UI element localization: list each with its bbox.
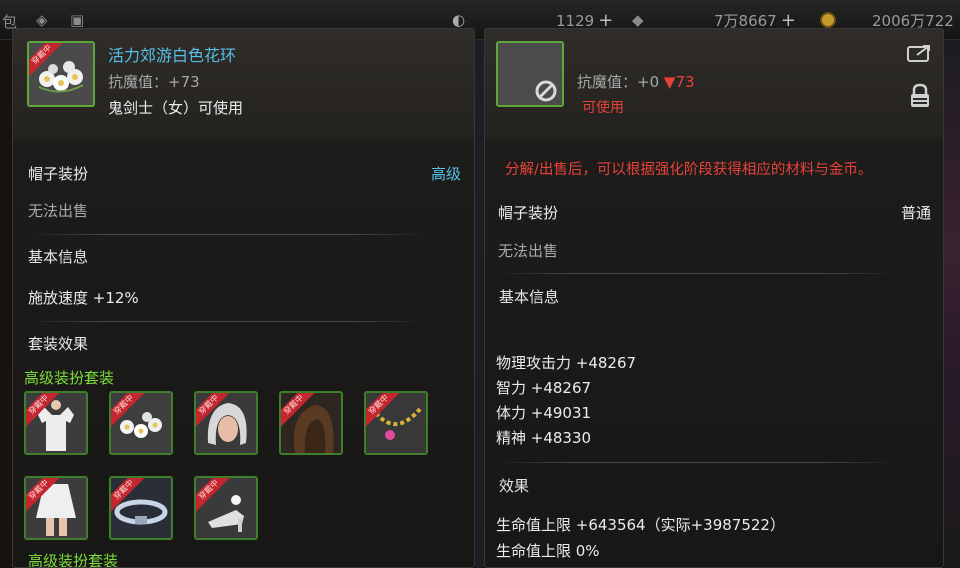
untradeable-note: 无法出售 (28, 202, 89, 220)
background-right-strip (944, 40, 960, 568)
set-item-face[interactable]: 穿戴中 (279, 391, 343, 455)
empty-slot-icon[interactable] (496, 41, 564, 107)
equipped-item-icon[interactable]: 穿戴中 (27, 41, 95, 107)
item-name: 活力郊游白色花环 (108, 46, 237, 65)
set-item-flower-wreath[interactable]: 穿戴中 (109, 391, 173, 455)
resist-value: 抗魔值：+73 (108, 73, 200, 91)
comparison-item-tooltip: 抗魔值：+0 ▼73 可使用 分解/出售后，可以根据强化阶段获得相应的材料与金币… (484, 28, 944, 568)
set-name: 高级装扮套装 (24, 369, 115, 387)
stat-line: 物理攻击力 +48267 (496, 354, 637, 372)
resist-compare: 抗魔值：+0 ▼73 (577, 71, 695, 92)
basic-info-header: 基本信息 (499, 288, 560, 306)
disassemble-notice: 分解/出售后，可以根据强化阶段获得相应的材料与金币。 (505, 162, 873, 178)
item-grade: 高级 (431, 165, 462, 183)
equipped-ribbon: 穿戴中 (196, 393, 230, 427)
divider (27, 234, 427, 235)
item-category: 帽子装扮 (498, 204, 559, 222)
set-item-belt[interactable]: 穿戴中 (109, 476, 173, 540)
divider (497, 273, 897, 274)
set-item-skirt[interactable]: 穿戴中 (24, 476, 88, 540)
equipped-item-tooltip: 穿戴中 活力郊游白色花环 抗魔值：+73 鬼剑士（女）可使用 帽子装扮 高级 无… (12, 28, 475, 568)
gem-icon: ◆ (632, 11, 644, 29)
effect-line: 生命值上限 0% (496, 542, 600, 560)
divider (497, 462, 897, 463)
equipped-ribbon: 穿戴中 (26, 478, 60, 512)
basic-info-header: 基本信息 (28, 248, 89, 266)
resist-delta: ▼73 (663, 73, 695, 91)
equipped-ribbon: 穿戴中 (29, 43, 63, 77)
currency-swap-icon[interactable]: ◐ (452, 11, 465, 29)
usable-note: 可使用 (582, 100, 624, 116)
item-category: 帽子装扮 (28, 165, 89, 183)
background-middle-gap (475, 40, 484, 568)
equipped-ribbon: 穿戴中 (281, 393, 315, 427)
help-icon[interactable]: ◈ (36, 11, 48, 29)
item-grade: 普通 (901, 204, 932, 222)
menu-icon[interactable]: ▣ (70, 11, 84, 29)
set-item-shoes[interactable]: 穿戴中 (194, 476, 258, 540)
divider (27, 321, 427, 322)
share-icon[interactable] (907, 43, 933, 67)
equipped-ribbon: 穿戴中 (366, 393, 400, 427)
effect-header: 效果 (499, 477, 530, 495)
resist-value: 抗魔值：+0 (577, 73, 660, 91)
equipped-ribbon: 穿戴中 (196, 478, 230, 512)
untradeable-note: 无法出售 (498, 242, 559, 260)
set-effect-header: 套装效果 (28, 335, 89, 353)
set-item-hair[interactable]: 穿戴中 (194, 391, 258, 455)
set-item-necklace[interactable]: 穿戴中 (364, 391, 428, 455)
set-item-dress-top[interactable]: 穿戴中 (24, 391, 88, 455)
stat-line: 智力 +48267 (496, 379, 592, 397)
blocked-icon (498, 43, 562, 105)
set-name-bottom: 高级装扮套装 (28, 552, 119, 568)
lock-icon[interactable] (909, 83, 931, 113)
equipped-ribbon: 穿戴中 (111, 393, 145, 427)
stat-line: 体力 +49031 (496, 404, 592, 422)
basic-stat: 施放速度 +12% (28, 289, 139, 307)
effect-line: 生命值上限 +643564（实际+3987522） (496, 516, 785, 534)
equipped-ribbon: 穿戴中 (26, 393, 60, 427)
equipped-ribbon: 穿戴中 (111, 478, 145, 512)
stat-line: 精神 +48330 (496, 429, 592, 447)
class-restriction: 鬼剑士（女）可使用 (108, 99, 244, 117)
